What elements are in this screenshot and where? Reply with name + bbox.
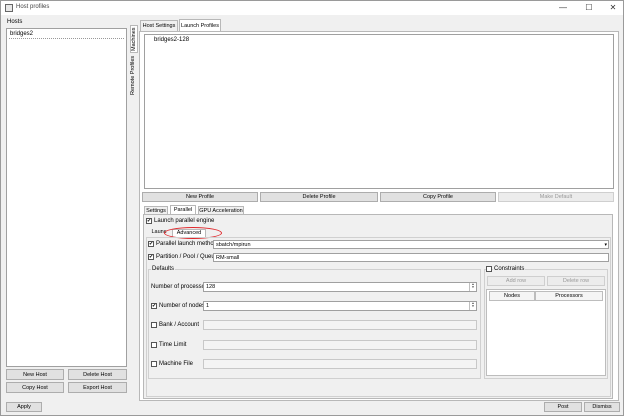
time-limit-label: Time Limit	[159, 342, 187, 348]
export-host-button[interactable]: Export Host	[68, 382, 127, 393]
new-host-button[interactable]: New Host	[6, 369, 64, 380]
partition-input[interactable]: RM-small	[213, 253, 609, 262]
hosts-group-label: Hosts	[7, 19, 23, 25]
machine-file-label: Machine File	[159, 361, 194, 367]
nodes-label: Number of nodes	[159, 303, 206, 309]
processors-label: Number of processors	[151, 284, 211, 290]
launch-method-checkbox[interactable]: ✔	[148, 241, 154, 247]
chevron-down-icon: ▾	[604, 242, 607, 248]
nodes-value: 1	[206, 303, 210, 309]
bank-input[interactable]	[203, 320, 477, 330]
copy-profile-button[interactable]: Copy Profile	[380, 192, 496, 202]
delete-host-button[interactable]: Delete Host	[68, 369, 127, 380]
maximize-icon[interactable]: ☐	[577, 1, 601, 15]
machine-file-checkbox[interactable]	[151, 361, 157, 367]
machine-file-input[interactable]	[203, 359, 477, 369]
constraints-checkbox[interactable]	[486, 266, 492, 272]
host-item-bridges2[interactable]: bridges2	[10, 31, 33, 37]
processors-value: 128	[206, 284, 216, 290]
window-title: Host profiles	[16, 4, 50, 10]
nodes-checkbox[interactable]: ✔	[151, 303, 157, 309]
processors-stepper[interactable]: ▲ ▼	[469, 283, 476, 291]
time-limit-checkbox[interactable]	[151, 342, 157, 348]
col-nodes-header[interactable]: Nodes	[489, 291, 535, 301]
launch-engine-checkbox[interactable]: ✔	[146, 218, 152, 224]
bank-checkbox[interactable]	[151, 322, 157, 328]
nodes-input[interactable]: 1 ▲ ▼	[203, 301, 477, 311]
apply-button[interactable]: Apply	[6, 402, 42, 412]
dismiss-button[interactable]: Dismiss	[584, 402, 620, 412]
constraints-table[interactable]: Nodes Processors	[486, 289, 606, 376]
profile-item-bridges2-128[interactable]: bridges2-128	[154, 37, 189, 43]
hosts-list[interactable]: bridges2	[6, 28, 127, 367]
tab-machines[interactable]: Machines	[130, 25, 138, 53]
profiles-list[interactable]: bridges2-128	[144, 34, 614, 189]
minimize-icon[interactable]: —	[551, 1, 575, 15]
col-processors-header[interactable]: Processors	[535, 291, 603, 301]
partition-label: Partition / Pool / Queue	[156, 254, 219, 260]
title-bar: Host profiles — ☐ ✕	[1, 1, 623, 15]
new-profile-button[interactable]: New Profile	[142, 192, 258, 202]
delete-row-button[interactable]: Delete row	[547, 276, 605, 286]
bank-label: Bank / Account	[159, 322, 200, 328]
nodes-stepper[interactable]: ▲ ▼	[469, 302, 476, 310]
processors-input[interactable]: 128 ▲ ▼	[203, 282, 477, 292]
selection-divider	[9, 38, 124, 39]
make-default-button[interactable]: Make Default	[498, 192, 614, 202]
add-row-button[interactable]: Add row	[487, 276, 545, 286]
app-icon	[5, 4, 13, 12]
launch-method-label: Parallel launch method	[156, 241, 218, 247]
time-limit-input[interactable]	[203, 340, 477, 350]
defaults-label: Defaults	[151, 266, 176, 272]
post-button[interactable]: Post	[544, 402, 582, 412]
partition-checkbox[interactable]: ✔	[148, 254, 154, 260]
copy-host-button[interactable]: Copy Host	[6, 382, 64, 393]
launch-method-select[interactable]: sbatch/mpirun ▾	[213, 240, 609, 249]
launch-engine-label: Launch parallel engine	[154, 218, 215, 224]
close-icon[interactable]: ✕	[601, 1, 624, 15]
constraints-label: Constraints	[493, 266, 526, 272]
launch-method-value: sbatch/mpirun	[216, 242, 251, 248]
tab-remote-profiles[interactable]: Remote Profiles	[130, 55, 138, 95]
host-profiles-window: Host profiles — ☐ ✕ Hosts bridges2 New H…	[0, 0, 624, 416]
delete-profile-button[interactable]: Delete Profile	[260, 192, 378, 202]
